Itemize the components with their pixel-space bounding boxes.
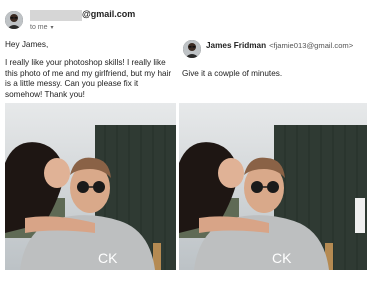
sender-email-domain: @gmail.com (82, 9, 136, 19)
email-greeting: Hey James, (5, 40, 49, 49)
edited-photo: CK (179, 103, 367, 270)
reply-sender: James Fridman <fjamie013@gmail.com> (206, 41, 353, 50)
email-message: I really like your photoshop skills! I r… (5, 58, 172, 99)
user-avatar-icon[interactable] (183, 40, 201, 58)
redacted-sender-name (30, 10, 82, 21)
original-photo: CK (5, 103, 176, 270)
chevron-down-icon[interactable]: ▾ (51, 25, 54, 31)
reply-email-pane: James Fridman <fjamie013@gmail.com> Give … (178, 0, 367, 288)
recipient-label: to me (30, 24, 48, 31)
hoodie-logo: CK (98, 250, 118, 266)
sender-name: James Fridman (206, 41, 267, 50)
sender-email: <fjamie013@gmail.com> (269, 41, 354, 50)
reply-message: Give it a cowple of minutes. (182, 69, 283, 78)
user-avatar-icon[interactable] (5, 11, 23, 29)
recipient-line[interactable]: to me ▾ (30, 24, 54, 31)
original-email-pane: @gmail.com to me ▾ Hey James, I really li… (0, 0, 176, 288)
hoodie-logo: CK (272, 250, 292, 266)
